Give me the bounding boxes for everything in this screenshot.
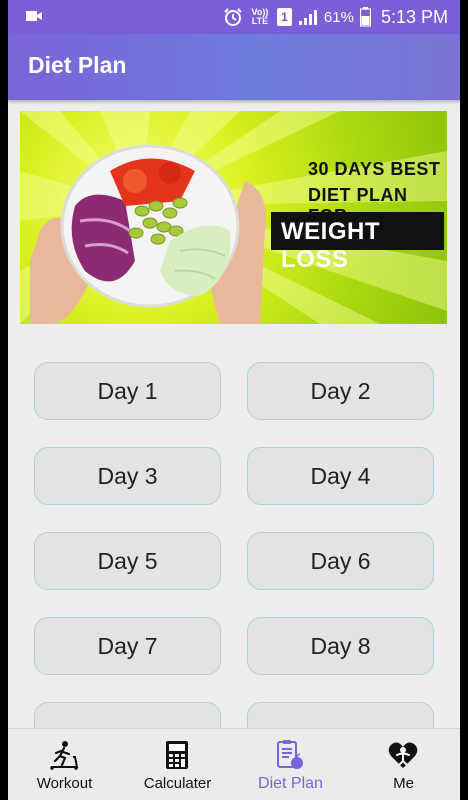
sim-indicator: 1 [276,8,292,26]
page-title: Diet Plan [28,52,127,78]
app-bar: Diet Plan [8,34,460,100]
battery-percent: 61% [323,8,354,26]
day-3-button[interactable]: Day 3 [34,447,221,505]
tab-diet-plan-label: Diet Plan [258,775,323,792]
tab-calculater[interactable]: Calculater [121,729,234,800]
banner-highlight: WEIGHT LOSS [281,218,380,273]
tab-workout[interactable]: Workout [8,729,121,800]
video-camera-icon [26,11,42,21]
calculator-icon [166,741,188,769]
diet-chart-icon [277,740,303,769]
banner-highlight-box: WEIGHT LOSS [271,212,444,273]
signal-icon [298,10,317,25]
tab-me-label: Me [393,775,414,792]
promo-banner: 30 DAYS BEST DIET PLAN FOR WEIGHT LOSS [20,111,447,324]
volte-indicator: Vo)) LTE [251,7,269,26]
diet-plan-screen: Vo)) LTE 1 61% 5:13 PM Diet Plan 30 DAYS… [8,0,460,800]
heart-person-icon [388,742,418,768]
day-6-button[interactable]: Day 6 [247,532,434,590]
battery-icon [359,7,371,27]
day-1-button[interactable]: Day 1 [34,362,221,420]
day-8-button[interactable]: Day 8 [247,617,434,675]
tab-me[interactable]: Me [347,729,460,800]
banner-line-1: 30 DAYS BEST [308,159,441,179]
treadmill-icon [50,741,79,770]
alarm-icon [224,8,242,26]
day-2-button[interactable]: Day 2 [247,362,434,420]
clock: 5:13 PM [380,6,448,27]
day-5-button[interactable]: Day 5 [34,532,221,590]
tab-calculater-label: Calculater [143,775,212,792]
bottom-navigation: Workout Calculater Diet Plan Me [8,728,460,800]
day-7-button[interactable]: Day 7 [34,617,221,675]
tab-workout-label: Workout [36,775,93,792]
status-bar: Vo)) LTE 1 61% 5:13 PM [8,0,460,34]
salad-bowl-image [30,144,266,324]
tab-diet-plan[interactable]: Diet Plan [234,729,347,800]
day-4-button[interactable]: Day 4 [247,447,434,505]
